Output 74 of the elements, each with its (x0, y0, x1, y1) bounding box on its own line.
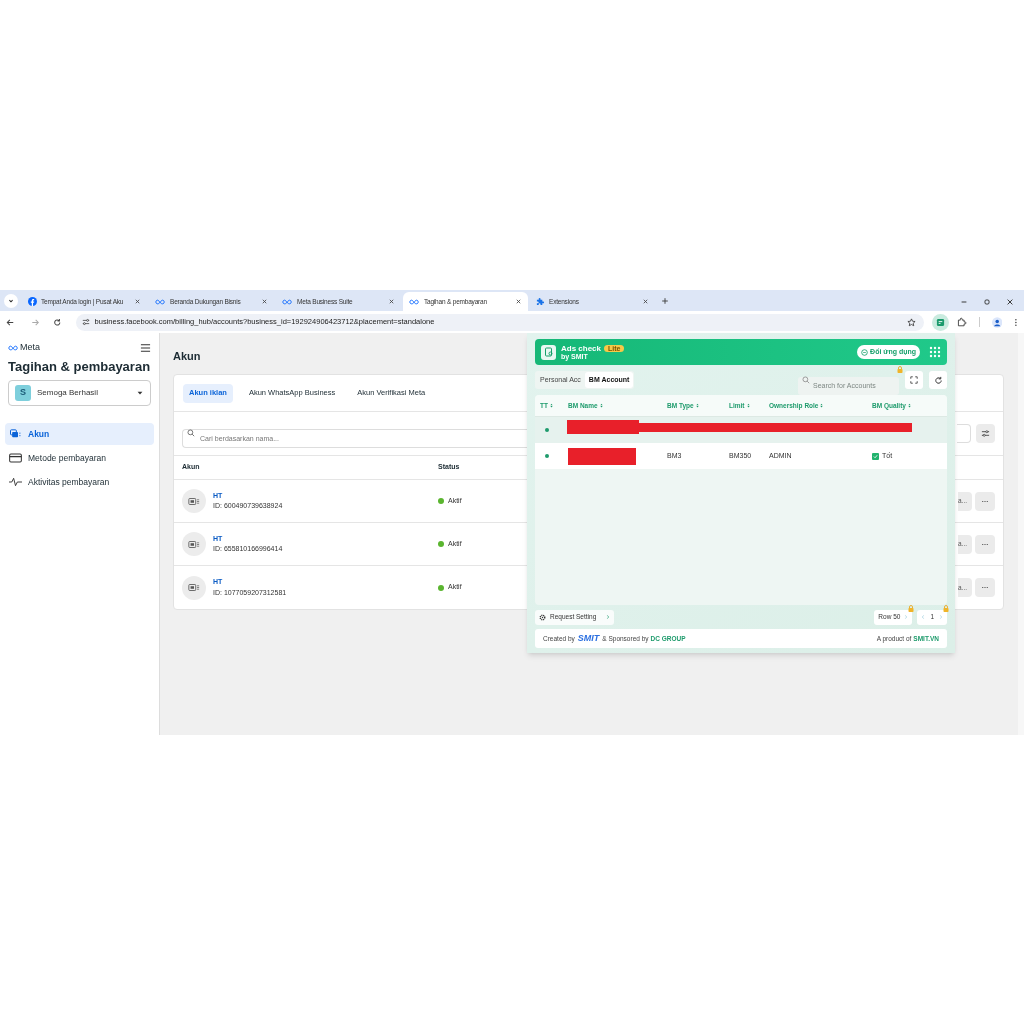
profile-icon[interactable] (991, 316, 1003, 328)
app-title: Ads check (561, 344, 602, 353)
restore-icon[interactable] (983, 298, 991, 306)
back-icon[interactable] (6, 317, 15, 327)
meta-logo-icon (8, 344, 19, 351)
nav-item[interactable]: Aktivitas pembayaran (5, 471, 154, 493)
extension-button[interactable] (932, 313, 950, 331)
search-icon (187, 429, 195, 437)
refresh-icon (933, 375, 943, 385)
ad-account-icon (188, 496, 200, 506)
fullscreen-icon (910, 376, 918, 384)
minimize-icon[interactable] (960, 298, 968, 306)
menu-icon[interactable] (140, 342, 151, 353)
accounts-icon (9, 429, 22, 439)
lock-icon (943, 604, 949, 612)
business-name: Semoga Berhasil (37, 387, 99, 399)
meta-logo-icon (155, 298, 166, 305)
menu-icon[interactable] (1014, 317, 1018, 327)
lock-icon (908, 604, 915, 612)
extension-icon (936, 317, 946, 327)
close-icon[interactable] (642, 298, 649, 305)
sliders-icon (981, 429, 990, 438)
facebook-icon (28, 297, 37, 306)
tab-list-button[interactable] (4, 294, 18, 308)
sort-icon[interactable] (820, 403, 824, 408)
card-icon (9, 453, 22, 463)
business-avatar: S (15, 385, 31, 401)
fullscreen-button[interactable] (905, 371, 923, 389)
search-icon (802, 376, 810, 384)
chevron-right-icon (904, 614, 909, 620)
meta-logo-icon (409, 298, 420, 305)
switch-icon (861, 348, 869, 356)
smit-logo: SMIT (577, 631, 600, 645)
business-selector[interactable]: S Semoga Berhasil (8, 380, 151, 406)
sort-icon[interactable] (746, 403, 750, 408)
sort-icon[interactable] (599, 403, 603, 408)
redaction-bar (568, 447, 636, 465)
sort-icon[interactable] (695, 403, 699, 408)
logo-text: Meta (20, 341, 40, 354)
bookmark-star-icon[interactable] (907, 317, 917, 327)
sort-icon[interactable] (549, 403, 553, 408)
reload-icon[interactable] (53, 317, 62, 327)
checkbox[interactable] (872, 452, 879, 460)
lock-icon (897, 366, 903, 373)
ad-account-icon (188, 583, 200, 592)
ad-account-icon (188, 539, 200, 549)
extensions-puzzle-icon[interactable] (957, 317, 967, 327)
more-icon (981, 586, 989, 589)
new-tab-icon[interactable] (661, 297, 669, 305)
chevron-down-icon (7, 297, 15, 305)
refresh-button[interactable] (929, 371, 947, 389)
section-heading: Akun (173, 350, 201, 362)
sort-icon[interactable] (907, 403, 911, 408)
check-icon (873, 453, 878, 459)
caret-icon (136, 389, 144, 397)
close-icon[interactable] (515, 298, 522, 305)
close-icon[interactable] (388, 298, 395, 305)
forward-icon[interactable] (30, 317, 40, 327)
close-icon[interactable] (1006, 298, 1014, 306)
more-icon (981, 542, 989, 546)
page-title: Tagihan & pembayaran (7, 357, 152, 376)
close-icon[interactable] (134, 298, 141, 305)
nav-item[interactable]: Metode pembayaran (5, 447, 154, 469)
close-icon[interactable] (261, 298, 268, 305)
chevron-right-icon (606, 614, 611, 620)
site-settings-icon[interactable] (81, 318, 90, 326)
settings-icon (539, 613, 546, 621)
filter-button[interactable] (976, 424, 995, 443)
meta-logo-icon (282, 298, 293, 305)
more-icon (981, 499, 989, 503)
puzzle-icon (536, 297, 545, 306)
apps-grid-icon[interactable] (929, 346, 941, 358)
nav-item[interactable]: Akun (5, 423, 154, 445)
pulse-icon (9, 477, 22, 487)
